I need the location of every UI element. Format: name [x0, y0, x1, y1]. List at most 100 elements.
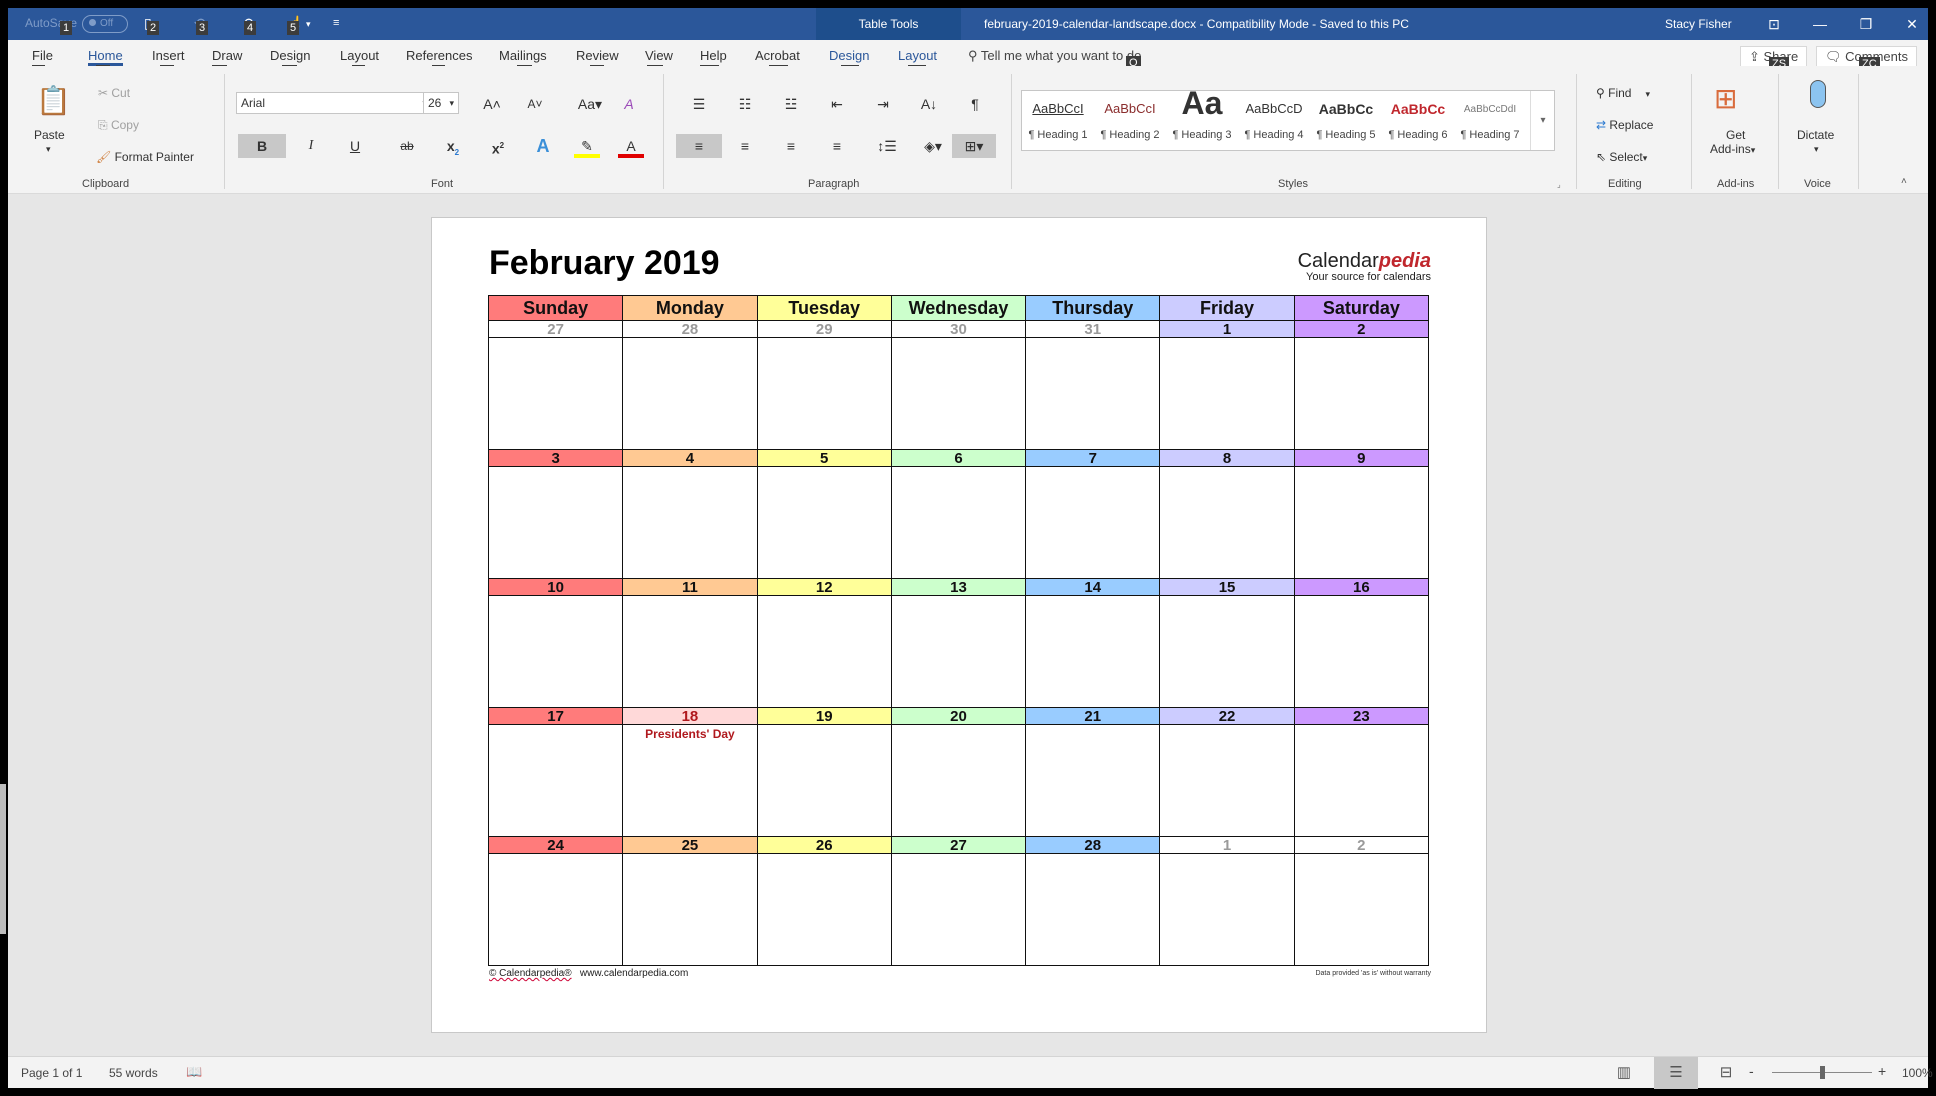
day-number[interactable]: 30 — [890, 320, 1027, 338]
user-name[interactable]: Stacy Fisher — [1665, 8, 1732, 40]
ribbon-display-icon[interactable]: ⊡ — [1751, 8, 1797, 40]
day-cell[interactable] — [756, 337, 892, 450]
increase-indent-icon[interactable]: ⇥ — [870, 92, 896, 116]
day-number[interactable]: 28 — [1025, 836, 1161, 854]
day-cell[interactable] — [487, 853, 624, 966]
day-number[interactable]: 26 — [756, 836, 892, 854]
day-cell[interactable] — [1159, 466, 1295, 579]
day-number[interactable]: 8 — [1159, 449, 1295, 467]
font-size-field[interactable]: 26 ▾ — [423, 92, 459, 114]
shading-icon[interactable]: ◈▾ — [916, 134, 950, 158]
day-cell[interactable] — [756, 724, 892, 837]
customize-toolbar-icon[interactable]: ≡ — [333, 17, 339, 29]
day-number[interactable]: 13 — [890, 578, 1027, 596]
style-heading-2[interactable]: AaBbCcI ¶ Heading 2 — [1094, 91, 1166, 150]
day-number[interactable]: 24 — [487, 836, 624, 854]
highlight-icon[interactable]: ✎ — [574, 134, 600, 158]
format-painter-button[interactable]: 🖌 Format Painter — [96, 150, 194, 164]
cut-button[interactable]: ✂ Cut — [98, 86, 130, 100]
day-number[interactable]: 23 — [1293, 707, 1430, 725]
day-number[interactable]: 6 — [890, 449, 1027, 467]
style-heading-3[interactable]: Aa ¶ Heading 3 — [1166, 85, 1238, 150]
comments-button[interactable]: 🗨 CommentsZC — [1816, 46, 1917, 71]
day-cell[interactable] — [890, 337, 1027, 450]
day-cell[interactable] — [756, 853, 892, 966]
zoom-slider-thumb[interactable] — [1820, 1066, 1825, 1079]
style-heading-5[interactable]: AaBbCc ¶ Heading 5 — [1310, 91, 1382, 150]
collapse-ribbon-icon[interactable]: ˄ — [1901, 176, 1907, 187]
share-button[interactable]: ⇪ ShareZS — [1740, 46, 1808, 71]
calendar-table[interactable]: Sunday Monday Tuesday Wednesday Thursday Frid… — [487, 295, 1430, 966]
underline-button[interactable]: U — [342, 134, 368, 158]
day-cell[interactable] — [487, 595, 624, 708]
day-number[interactable]: 28 — [622, 320, 758, 338]
dictate-dropdown-icon[interactable]: ▾ — [1814, 144, 1819, 155]
proofing-icon[interactable]: 📖 — [186, 1064, 202, 1080]
align-left-icon[interactable]: ≡ — [676, 134, 722, 158]
day-cell[interactable] — [1025, 595, 1161, 708]
borders-icon[interactable]: ⊞▾ — [952, 134, 996, 158]
minimize-icon[interactable]: — — [1797, 8, 1843, 40]
print-layout-icon[interactable]: ☰ — [1654, 1057, 1698, 1089]
read-mode-icon[interactable]: ▥ — [1606, 1057, 1642, 1089]
strikethrough-button[interactable]: ab — [394, 134, 420, 158]
tab-insert[interactable]: InsertN — [152, 48, 185, 79]
show-formatting-icon[interactable]: ¶ — [962, 92, 988, 116]
select-button[interactable]: ⇖ Select▾ — [1596, 150, 1647, 164]
change-case-icon[interactable]: Aa▾ — [574, 92, 606, 116]
text-effects-icon[interactable]: A — [530, 134, 556, 158]
shrink-font-icon[interactable]: A˅ — [522, 92, 548, 116]
day-number[interactable]: 20 — [890, 707, 1027, 725]
day-cell[interactable] — [1025, 337, 1161, 450]
day-number[interactable]: 29 — [756, 320, 892, 338]
day-cell[interactable] — [890, 724, 1027, 837]
tell-me-search[interactable]: ⚲ Tell me what you want to do Q — [968, 48, 1141, 70]
day-cell[interactable]: Presidents' Day — [622, 724, 758, 837]
styles-more-icon[interactable]: ▾ — [1530, 91, 1555, 150]
style-heading-6[interactable]: AaBbCc ¶ Heading 6 — [1382, 91, 1454, 150]
align-right-icon[interactable]: ≡ — [778, 134, 804, 158]
sort-icon[interactable]: A↓ — [916, 92, 942, 116]
line-spacing-icon[interactable]: ↕☰ — [870, 134, 904, 158]
day-cell[interactable] — [1159, 853, 1295, 966]
close-icon[interactable]: ✕ — [1889, 8, 1935, 40]
day-cell[interactable] — [622, 853, 758, 966]
day-cell[interactable] — [1025, 853, 1161, 966]
day-cell[interactable] — [890, 466, 1027, 579]
microphone-icon[interactable] — [1810, 80, 1826, 108]
superscript-button[interactable]: x2 — [485, 134, 511, 158]
day-cell[interactable] — [1159, 337, 1295, 450]
day-cell[interactable] — [890, 595, 1027, 708]
day-cell[interactable] — [622, 337, 758, 450]
tab-acrobat[interactable]: AcrobatY2 — [755, 48, 800, 79]
tab-review[interactable]: ReviewR — [576, 48, 619, 79]
subscript-button[interactable]: x2 — [440, 134, 466, 158]
dictate-button[interactable]: Dictate — [1797, 128, 1834, 142]
tab-draw[interactable]: DrawJI — [212, 48, 242, 79]
scrollbar[interactable] — [0, 784, 6, 934]
tab-layout[interactable]: LayoutP — [340, 48, 379, 79]
style-heading-4[interactable]: AaBbCcD ¶ Heading 4 — [1238, 91, 1310, 150]
day-number[interactable]: 18 — [622, 707, 758, 725]
paste-button[interactable]: Paste — [34, 128, 65, 142]
tab-file[interactable]: FileF — [32, 48, 53, 79]
tab-references[interactable]: ReferencesS — [406, 48, 472, 79]
day-number[interactable]: 2 — [1293, 836, 1430, 854]
tab-view[interactable]: ViewW — [645, 48, 673, 79]
paste-icon[interactable]: 📋 — [36, 84, 71, 117]
copy-button[interactable]: ⎘ Copy — [98, 118, 139, 133]
style-heading-1[interactable]: AaBbCcI ¶ Heading 1 — [1022, 91, 1094, 150]
style-heading-7[interactable]: AaBbCcDdI ¶ Heading 7 — [1454, 91, 1526, 150]
web-layout-icon[interactable]: ⊟ — [1708, 1057, 1744, 1089]
get-addins-button[interactable]: Get — [1726, 128, 1745, 142]
numbering-icon[interactable]: ☷ — [732, 92, 758, 116]
day-number[interactable]: 25 — [622, 836, 758, 854]
day-cell[interactable] — [1293, 853, 1430, 966]
zoom-level[interactable]: 100% — [1902, 1066, 1933, 1080]
day-number[interactable]: 1 — [1159, 836, 1295, 854]
day-cell[interactable] — [756, 466, 892, 579]
paste-dropdown-icon[interactable]: ▾ — [46, 144, 51, 155]
bullets-icon[interactable]: ☰ — [686, 92, 712, 116]
day-cell[interactable] — [1025, 466, 1161, 579]
day-cell[interactable] — [487, 466, 624, 579]
